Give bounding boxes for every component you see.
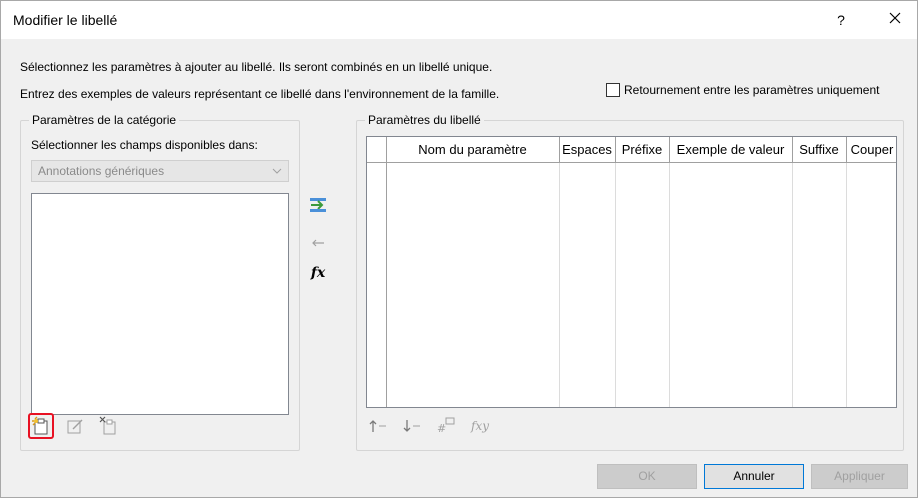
add-parameter-button[interactable] (306, 193, 330, 217)
column-header-sample-value[interactable]: Exemple de valeur (669, 137, 793, 163)
ok-button[interactable]: OK (597, 464, 697, 489)
cancel-button[interactable]: Annuler (704, 464, 804, 489)
checkbox-box[interactable] (606, 83, 620, 97)
move-up-icon (369, 420, 386, 432)
column-header-suffix[interactable]: Suffixe (792, 137, 847, 163)
remove-parameter-button[interactable] (306, 231, 330, 255)
flip-parameters-label: Retournement entre les paramètres unique… (624, 83, 880, 97)
grid-cell (792, 162, 847, 407)
label-parameters-group: Paramètres du libellé Nom du paramètre E… (356, 113, 904, 451)
formula-icon: fx (310, 265, 326, 281)
category-parameter-list[interactable] (31, 193, 289, 415)
label-parameter-tools: # fxy (365, 413, 493, 439)
edit-label-dialog: Modifier le libellé ? Sélectionnez les p… (0, 0, 918, 498)
edit-units-button[interactable]: # (433, 413, 459, 439)
new-parameter-icon (32, 416, 48, 435)
dialog-title: Modifier le libellé (13, 12, 118, 28)
title-bar: Modifier le libellé ? (1, 1, 917, 39)
label-parameters-grid[interactable]: Nom du paramètre Espaces Préfixe Exemple… (366, 136, 897, 408)
help-button[interactable]: ? (829, 9, 853, 31)
delete-parameter-icon (99, 416, 116, 435)
close-icon (889, 12, 901, 24)
grid-cell (846, 162, 896, 407)
instruction-text-2: Entrez des exemples de valeurs représent… (20, 87, 500, 101)
move-down-button[interactable] (399, 413, 425, 439)
row-header-column (367, 162, 387, 407)
column-header-name[interactable]: Nom du paramètre (386, 137, 560, 163)
category-select[interactable]: Annotations génériques (31, 160, 289, 182)
instruction-text-1: Sélectionnez les paramètres à ajouter au… (20, 60, 493, 74)
category-select-value: Annotations génériques (38, 164, 165, 178)
column-header-break[interactable]: Couper (846, 137, 896, 163)
apply-button[interactable]: Appliquer (811, 464, 908, 489)
chevron-down-icon (272, 163, 282, 182)
column-header-spaces[interactable]: Espaces (559, 137, 616, 163)
remove-parameter-icon (312, 239, 324, 247)
select-fields-label: Sélectionner les champs disponibles dans… (31, 138, 258, 152)
svg-text:#: # (437, 422, 446, 435)
add-parameter-icon (310, 198, 326, 212)
flip-parameters-checkbox[interactable]: Retournement entre les paramètres unique… (606, 83, 879, 97)
move-up-button[interactable] (365, 413, 391, 439)
column-header-prefix[interactable]: Préfixe (615, 137, 670, 163)
close-button[interactable] (883, 9, 907, 31)
category-parameter-tools (28, 413, 122, 439)
category-parameters-legend: Paramètres de la catégorie (29, 113, 180, 127)
label-parameters-legend: Paramètres du libellé (365, 113, 484, 127)
move-down-icon (403, 420, 420, 432)
new-parameter-button[interactable] (28, 413, 54, 439)
delete-parameter-button[interactable] (96, 413, 122, 439)
edit-formula-button[interactable]: fxy (467, 413, 493, 439)
edit-units-icon: # (437, 417, 455, 435)
grid-cell (669, 162, 793, 407)
grid-cell (615, 162, 670, 407)
edit-formula-icon: fxy (471, 419, 489, 433)
edit-parameter-button[interactable] (62, 413, 88, 439)
row-header-corner (367, 137, 387, 163)
edit-parameter-icon (67, 419, 83, 434)
grid-cell (386, 162, 560, 407)
category-parameters-group: Paramètres de la catégorie Sélectionner … (20, 113, 300, 451)
formula-button[interactable]: fx (306, 261, 330, 285)
grid-cell (559, 162, 616, 407)
